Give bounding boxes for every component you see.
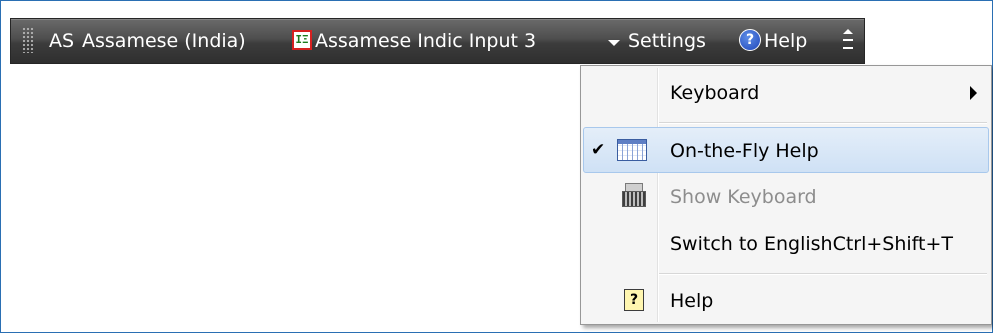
drag-handle-icon[interactable] [22, 27, 34, 53]
help-button[interactable]: Help [764, 19, 807, 63]
language-code[interactable]: AS [49, 19, 74, 63]
grid-icon [617, 139, 647, 161]
menu-item-keyboard[interactable]: Keyboard [583, 70, 989, 116]
help-circle-icon[interactable]: ? [739, 29, 761, 51]
menu-item-label: Switch to EnglishCtrl+Shift+T [670, 233, 954, 255]
options-menu-icon[interactable] [843, 27, 853, 55]
language-name-button[interactable]: Assamese (India) [82, 19, 246, 63]
menu-item-help[interactable]: ? Help [583, 278, 989, 324]
menu-item-label: Keyboard [670, 82, 760, 104]
checkmark-icon: ✔ [591, 140, 606, 160]
options-arrow-up-icon [843, 29, 853, 34]
menu-separator [659, 273, 987, 275]
screenshot-frame: AS Assamese (India) IΞ Assamese Indic In… [0, 0, 993, 333]
keyboard-icon [622, 183, 646, 209]
menu-item-label: On-the-Fly Help [670, 140, 819, 162]
menu-item-on-the-fly-help[interactable]: ✔ On-the-Fly Help [583, 127, 989, 173]
input-method-button[interactable]: Assamese Indic Input 3 [315, 19, 536, 63]
language-bar[interactable]: AS Assamese (India) IΞ Assamese Indic In… [10, 18, 865, 64]
menu-item-label: Show Keyboard [670, 186, 817, 208]
settings-menu: Keyboard ✔ On-the-Fly Help Show Keyboard… [580, 65, 992, 325]
menu-item-label: Help [670, 290, 714, 312]
chevron-down-icon[interactable] [608, 40, 620, 46]
keyboard-icon-keys [622, 191, 646, 207]
menu-separator [659, 122, 987, 124]
submenu-arrow-icon [970, 86, 977, 100]
menu-item-show-keyboard: Show Keyboard [583, 174, 989, 220]
menu-item-switch-to-english[interactable]: Switch to EnglishCtrl+Shift+T [583, 221, 989, 267]
keyboard-icon-top [625, 183, 643, 191]
options-bar-icon [843, 47, 853, 49]
settings-button[interactable]: Settings [628, 19, 706, 63]
help-icon: ? [624, 289, 644, 311]
options-bar-icon [843, 39, 853, 41]
input-method-icon[interactable]: IΞ [292, 30, 312, 50]
